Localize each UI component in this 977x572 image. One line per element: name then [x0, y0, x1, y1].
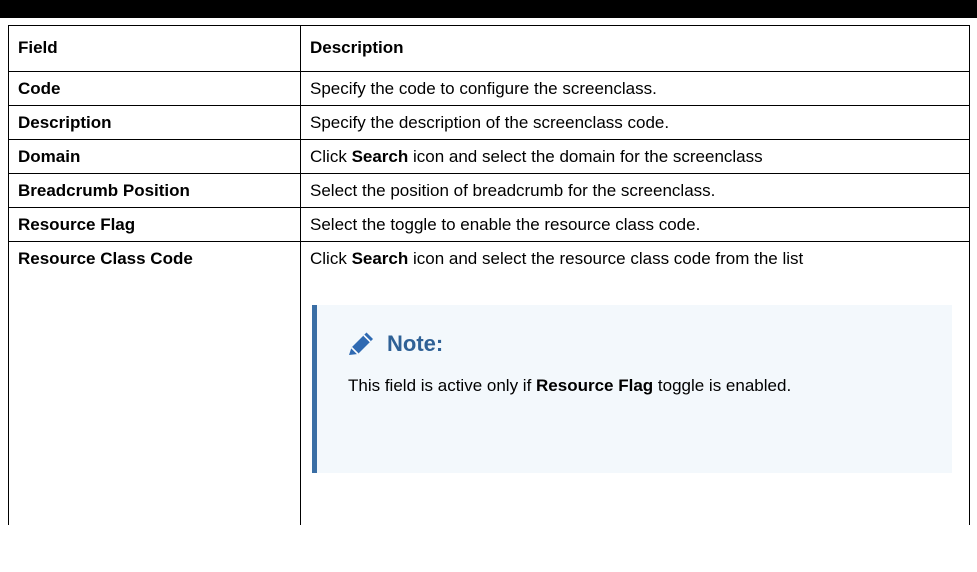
- field-name: Resource Class Code: [8, 241, 301, 525]
- field-name: Resource Flag: [8, 207, 301, 242]
- description-text: Select the toggle to enable the resource…: [310, 215, 701, 234]
- field-description-table: Field Description Code Specify the code …: [8, 25, 970, 525]
- field-name: Breadcrumb Position: [8, 173, 301, 208]
- column-header-description: Description: [300, 25, 970, 72]
- note-header: Note:: [347, 331, 952, 357]
- field-description: Click Search icon and select the resourc…: [300, 241, 970, 525]
- description-text: Select the position of breadcrumb for th…: [310, 181, 716, 200]
- field-name: Description: [8, 105, 301, 140]
- table-row: Code Specify the code to configure the s…: [8, 71, 970, 106]
- description-text: Click: [310, 249, 352, 268]
- table-row: Resource Flag Select the toggle to enabl…: [8, 207, 970, 242]
- pencil-icon: [349, 332, 373, 355]
- column-header-field: Field: [8, 25, 301, 72]
- description-bold-text: Search: [351, 249, 409, 268]
- description-text: Specify the code to configure the screen…: [310, 79, 657, 98]
- top-rule: [0, 0, 977, 18]
- description-text: icon and select the resource class code …: [408, 249, 804, 268]
- table-row: Resource Class Code Click Search icon an…: [8, 241, 970, 525]
- description-text: Click: [310, 147, 352, 166]
- table-row: Description Specify the description of t…: [8, 105, 970, 140]
- field-description: Select the toggle to enable the resource…: [300, 207, 970, 242]
- note-title: Note:: [387, 331, 444, 356]
- field-name: Code: [8, 71, 301, 106]
- field-description: Specify the code to configure the screen…: [300, 71, 970, 106]
- table-row: Breadcrumb Position Select the position …: [8, 173, 970, 208]
- note-text: toggle is enabled.: [653, 376, 792, 395]
- description-text: icon and select the domain for the scree…: [408, 147, 763, 166]
- description-paragraph: Click Search icon and select the resourc…: [310, 249, 961, 269]
- field-description: Specify the description of the screencla…: [300, 105, 970, 140]
- table-row: Domain Click Search icon and select the …: [8, 139, 970, 174]
- field-description: Click Search icon and select the domain …: [300, 139, 970, 174]
- field-name: Domain: [8, 139, 301, 174]
- field-description: Select the position of breadcrumb for th…: [300, 173, 970, 208]
- note-body: This field is active only if Resource Fl…: [347, 374, 952, 397]
- note-text: This field is active only if: [348, 376, 537, 395]
- description-bold-text: Search: [351, 147, 409, 166]
- note-bold-text: Resource Flag: [536, 376, 654, 395]
- note-callout: Note: This field is active only if Resou…: [312, 305, 952, 473]
- document-page: Field Description Code Specify the code …: [0, 0, 977, 572]
- description-text: Specify the description of the screencla…: [310, 113, 670, 132]
- table-header-row: Field Description: [8, 25, 970, 72]
